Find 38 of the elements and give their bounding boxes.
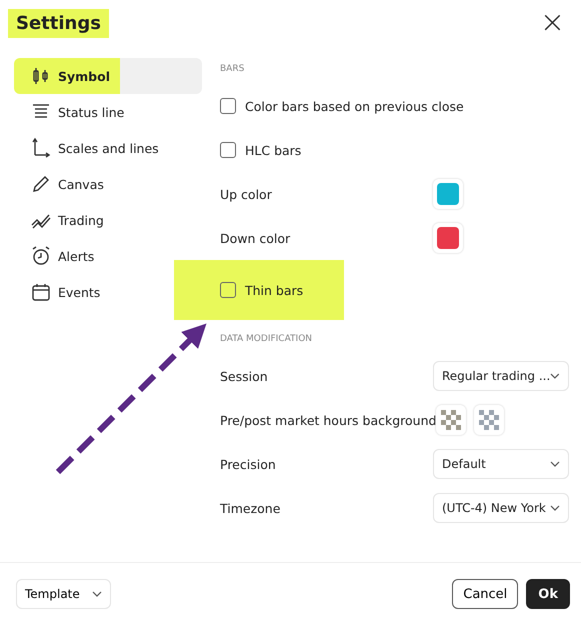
dropdown[interactable]: Regular trading ...	[433, 361, 569, 391]
setting-label: Down color	[220, 230, 290, 246]
sidebar-item[interactable]: Scales and lines	[14, 130, 202, 166]
setting-label: Pre/post market hours background	[220, 412, 436, 428]
chevron-icon	[550, 461, 560, 467]
sidebar-item[interactable]: Events	[14, 274, 202, 310]
chevron-icon	[550, 373, 560, 379]
setting-label: Precision	[220, 456, 276, 472]
checker-icon	[479, 410, 500, 430]
template-dropdown[interactable]: Template	[16, 579, 111, 609]
chevron-icon	[92, 591, 102, 597]
section-heading: BARS	[220, 64, 246, 74]
checkbox[interactable]	[220, 98, 236, 114]
sidebar-item[interactable]: Trading	[14, 202, 202, 238]
alarm-clock-icon	[30, 245, 52, 267]
close-button[interactable]: ×	[534, 8, 571, 38]
checkbox[interactable]	[220, 282, 236, 298]
setting-label: Session	[220, 368, 268, 384]
checkbox-label: HLC bars	[245, 142, 302, 158]
section-heading: DATA MODIFICATION	[220, 334, 314, 344]
sidebar-item[interactable]: Symbol	[14, 58, 202, 94]
checkbox-label: Thin bars	[245, 282, 304, 298]
window-title: Settings	[8, 8, 109, 38]
sidebar-item[interactable]: Alerts	[14, 238, 202, 274]
sidebar-item[interactable]: Canvas	[14, 166, 202, 202]
dropdown[interactable]: (UTC-4) New York	[433, 493, 569, 523]
sidebar-item[interactable]: Status line	[14, 94, 202, 130]
setting-label: Timezone	[220, 500, 280, 516]
chevron-icon	[550, 505, 560, 511]
checker-icon	[441, 410, 462, 430]
checkbox-label: Color bars based on previous close	[245, 98, 464, 114]
ok-button[interactable]: Ok	[526, 579, 570, 609]
cancel-button[interactable]: Cancel	[452, 579, 518, 609]
checkbox[interactable]	[220, 142, 236, 158]
dropdown[interactable]: Default	[433, 449, 569, 479]
setting-label: Up color	[220, 186, 272, 202]
axes-icon	[30, 137, 52, 159]
calendar-icon	[30, 281, 52, 303]
